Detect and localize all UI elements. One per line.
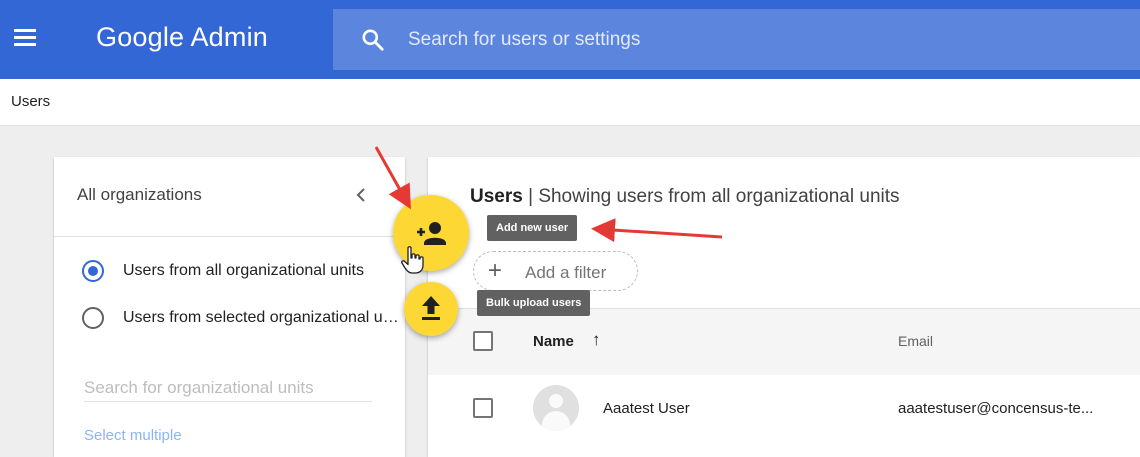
add-user-tooltip: Add new user (487, 215, 578, 241)
user-email: aaatestuser@concensus-te... (898, 400, 1094, 417)
bulk-upload-button[interactable] (404, 282, 458, 336)
table-row[interactable]: Aaatest User aaatestuser@concensus-te... (428, 375, 1140, 443)
radio-label: Users from all organizational units (123, 262, 364, 279)
users-heading-subtitle: | Showing users from all organizational … (522, 186, 900, 207)
breadcrumb: Users (0, 79, 1140, 126)
plus-icon: + (488, 257, 503, 284)
search-icon[interactable] (360, 27, 386, 53)
search-bar[interactable] (333, 9, 1140, 70)
org-unit-search-input[interactable] (84, 375, 372, 402)
table-header: Name ↑ Email (428, 308, 1140, 376)
add-filter-label: Add a filter (525, 263, 607, 282)
search-input[interactable] (406, 23, 1010, 57)
upload-icon (422, 296, 440, 320)
add-filter-button[interactable]: + Add a filter (473, 251, 638, 291)
menu-icon[interactable] (8, 20, 44, 56)
org-panel: All organizations Users from all organiz… (54, 157, 405, 457)
users-heading: Users | Showing users from all organizat… (470, 186, 900, 208)
users-heading-title: Users (470, 186, 523, 207)
breadcrumb-users[interactable]: Users (11, 93, 50, 110)
radio-label: Users from selected organizational units (123, 309, 405, 326)
app-title[interactable]: Google Admin (96, 22, 268, 53)
bulk-upload-tooltip: Bulk upload users (477, 290, 591, 316)
select-all-checkbox[interactable] (473, 331, 493, 351)
app-bar: Google Admin (0, 0, 1140, 79)
column-header-email[interactable]: Email (898, 333, 933, 349)
radio-button-checked[interactable] (82, 260, 104, 282)
select-multiple-link[interactable]: Select multiple (84, 427, 182, 444)
org-panel-title: All organizations (77, 185, 202, 204)
divider (54, 236, 405, 237)
radio-button-unchecked[interactable] (82, 307, 104, 329)
row-checkbox[interactable] (473, 398, 493, 418)
sort-arrow-icon[interactable]: ↑ (592, 330, 601, 350)
hand-cursor-icon (401, 246, 424, 274)
column-header-name[interactable]: Name (533, 333, 574, 350)
user-name[interactable]: Aaatest User (603, 400, 690, 417)
avatar (533, 385, 579, 431)
collapse-icon[interactable] (350, 183, 374, 207)
